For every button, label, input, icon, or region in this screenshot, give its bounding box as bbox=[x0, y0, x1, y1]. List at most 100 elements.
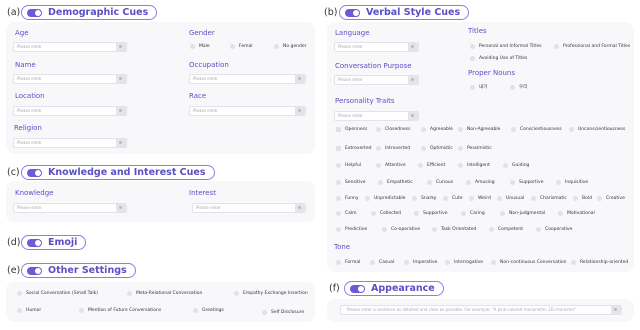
trait-co-operative[interactable]: Co-operative bbox=[382, 227, 420, 232]
search-icon[interactable] bbox=[295, 107, 305, 115]
trait-snarky[interactable]: Snarky bbox=[412, 196, 436, 201]
name-input[interactable]: Please enter bbox=[13, 74, 127, 84]
trait-charismatic[interactable]: Charismatic bbox=[531, 196, 567, 201]
trait-amusing[interactable]: Amusing bbox=[466, 180, 495, 185]
radio-button[interactable] bbox=[470, 84, 475, 90]
radio-button[interactable] bbox=[421, 146, 426, 151]
radio-button[interactable] bbox=[458, 163, 463, 168]
trait-collected[interactable]: Collected bbox=[371, 211, 401, 216]
radio-button[interactable] bbox=[414, 211, 419, 216]
verbal-style-cues-toggle[interactable]: Verbal Style Cues bbox=[339, 5, 470, 20]
radio-button[interactable] bbox=[376, 146, 381, 151]
titles-option-personal[interactable]: Personal and Informal Titles bbox=[470, 44, 542, 49]
search-icon[interactable] bbox=[408, 76, 418, 84]
future-conversations-option[interactable]: Mention of Future Conversations bbox=[79, 308, 161, 313]
search-icon[interactable] bbox=[408, 43, 418, 51]
radio-button[interactable] bbox=[262, 310, 267, 315]
radio-button[interactable] bbox=[470, 56, 475, 61]
trait-motivational[interactable]: Motivational bbox=[558, 211, 595, 216]
interest-input[interactable]: Please enter bbox=[192, 203, 306, 213]
trait-task-orientated[interactable]: Task Orientated bbox=[432, 227, 476, 232]
radio-button[interactable] bbox=[336, 196, 341, 201]
trait-openness[interactable]: Openness bbox=[336, 127, 367, 132]
knowledge-input[interactable]: Please enter bbox=[13, 203, 127, 213]
tone-formal[interactable]: Formal bbox=[336, 260, 360, 265]
radio-button[interactable] bbox=[443, 196, 448, 201]
humor-option[interactable]: Humor bbox=[17, 308, 41, 313]
trait-pessimistic[interactable]: Pessimistic bbox=[458, 146, 492, 151]
other-settings-toggle[interactable]: Other Settings bbox=[21, 263, 136, 278]
trait-conscientiousness[interactable]: Conscientiousness bbox=[511, 127, 562, 132]
radio-button[interactable] bbox=[234, 291, 239, 296]
appearance-input[interactable]: Please enter a sentence as detailed and … bbox=[340, 305, 622, 315]
radio-button[interactable] bbox=[421, 127, 426, 132]
religion-input[interactable]: Please enter bbox=[13, 138, 127, 148]
radio-button[interactable] bbox=[376, 163, 381, 168]
social-conversation-option[interactable]: Social Conversation (Small Talk) bbox=[17, 291, 98, 296]
radio-button[interactable] bbox=[418, 163, 423, 168]
trait-agreeable[interactable]: Agreeable bbox=[421, 127, 453, 132]
search-icon[interactable] bbox=[295, 75, 305, 83]
tone-casual[interactable]: Casual bbox=[370, 260, 394, 265]
radio-button[interactable] bbox=[554, 44, 559, 49]
radio-button[interactable] bbox=[127, 291, 132, 296]
appearance-toggle[interactable]: Appearance bbox=[344, 281, 444, 296]
radio-button[interactable] bbox=[336, 180, 341, 185]
search-icon[interactable] bbox=[611, 306, 621, 314]
trait-unconscientiousness[interactable]: Unconscientiousness bbox=[569, 127, 625, 132]
trait-guiding[interactable]: Guiding bbox=[503, 163, 529, 168]
personality-traits-input[interactable]: Please enter bbox=[334, 111, 419, 121]
trait-caring[interactable]: Caring bbox=[461, 211, 485, 216]
radio-button[interactable] bbox=[274, 44, 279, 49]
greetings-option[interactable]: Greetings bbox=[193, 308, 224, 313]
trait-efficient[interactable]: Efficient bbox=[418, 163, 445, 168]
radio-button[interactable] bbox=[556, 180, 561, 185]
radio-button[interactable] bbox=[510, 180, 515, 185]
radio-button[interactable] bbox=[558, 211, 563, 216]
trait-introverted[interactable]: Introverted bbox=[376, 146, 410, 151]
trait-competent[interactable]: Competent bbox=[489, 227, 523, 232]
radio-button[interactable] bbox=[497, 196, 502, 201]
trait-attentive[interactable]: Attentive bbox=[376, 163, 406, 168]
search-icon[interactable] bbox=[408, 112, 418, 120]
titles-option-professional[interactable]: Professional and Formal Titles bbox=[554, 44, 630, 49]
trait-non-agreeable[interactable]: Non-Agreeable bbox=[458, 127, 500, 132]
radio-button[interactable] bbox=[458, 146, 463, 151]
search-icon[interactable] bbox=[295, 204, 305, 212]
radio-button[interactable] bbox=[597, 196, 602, 201]
radio-button[interactable] bbox=[370, 260, 375, 265]
trait-calm[interactable]: Calm bbox=[336, 211, 357, 216]
radio-button[interactable] bbox=[404, 260, 409, 265]
conversation-purpose-input[interactable]: Please enter bbox=[334, 75, 419, 85]
trait-bold[interactable]: Bold bbox=[573, 196, 592, 201]
radio-button[interactable] bbox=[469, 196, 474, 201]
radio-button[interactable] bbox=[511, 127, 516, 132]
radio-button[interactable] bbox=[531, 196, 536, 201]
radio-button[interactable] bbox=[461, 211, 466, 216]
emoji-toggle[interactable]: Emoji bbox=[21, 235, 87, 250]
radio-button[interactable] bbox=[371, 211, 376, 216]
age-input[interactable]: Please enter bbox=[13, 42, 127, 52]
titles-option-avoiding[interactable]: Avoiding Use of Titles bbox=[470, 56, 527, 61]
occupation-input[interactable]: Please enter bbox=[189, 74, 306, 84]
tone-non-continuous[interactable]: Non-continuous Conversation bbox=[491, 260, 567, 265]
self-disclosure-option[interactable]: Self Disclosure bbox=[262, 310, 304, 315]
trait-closedness[interactable]: Closedness bbox=[376, 127, 410, 132]
gender-option-no-gender[interactable]: No gender bbox=[274, 44, 307, 49]
radio-button[interactable] bbox=[376, 127, 381, 132]
trait-cooperative[interactable]: Cooperative bbox=[536, 227, 572, 232]
radio-button[interactable] bbox=[336, 211, 341, 216]
radio-button[interactable] bbox=[190, 44, 195, 49]
radio-button[interactable] bbox=[378, 180, 383, 185]
radio-button[interactable] bbox=[79, 308, 84, 313]
radio-button[interactable] bbox=[445, 260, 450, 265]
radio-button[interactable] bbox=[17, 291, 22, 296]
demographic-cues-toggle[interactable]: Demographic Cues bbox=[21, 5, 158, 20]
search-icon[interactable] bbox=[116, 43, 126, 51]
search-icon[interactable] bbox=[116, 139, 126, 147]
radio-button[interactable] bbox=[500, 211, 505, 216]
radio-button[interactable] bbox=[412, 196, 417, 201]
radio-button[interactable] bbox=[17, 308, 22, 313]
trait-creative[interactable]: Creative bbox=[597, 196, 625, 201]
radio-button[interactable] bbox=[458, 127, 463, 132]
